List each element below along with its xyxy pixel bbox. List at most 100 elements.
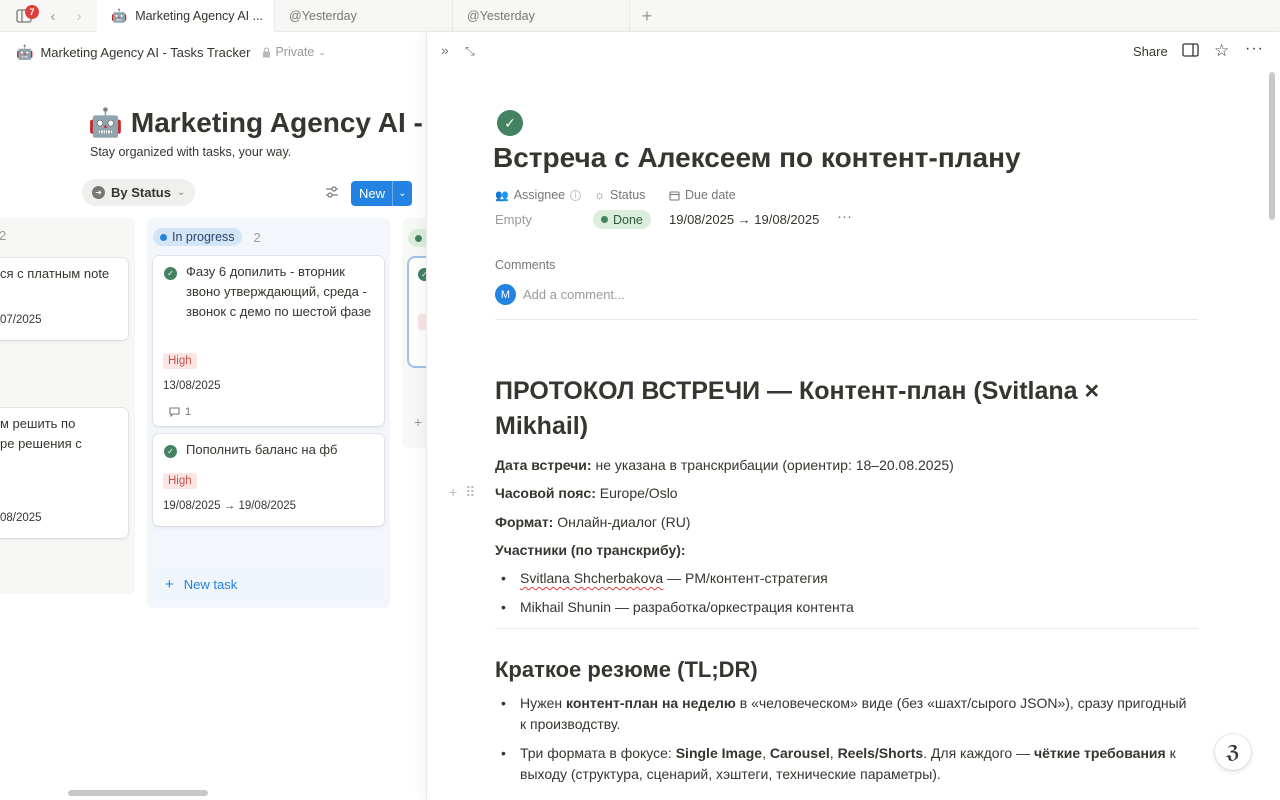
privacy-dropdown[interactable]: Private ⌄ [262, 45, 326, 59]
robot-emoji-icon: 🤖 [88, 107, 123, 138]
check-icon: ✓ [164, 445, 177, 458]
card-date: 07/2025 [0, 314, 42, 326]
task-card[interactable]: ся с платным note 07/2025 [0, 258, 128, 340]
horizontal-scrollbar[interactable] [68, 790, 208, 796]
view-selector-button[interactable]: ➜ By Status ⌄ [82, 179, 196, 206]
more-options-icon[interactable]: ··· [1245, 40, 1264, 58]
task-title[interactable]: Встреча с Алексеем по контент-плану [493, 142, 1021, 174]
status-value-text: Done [613, 212, 643, 227]
meeting-date-label: Дата встречи: [495, 457, 592, 473]
card-title: Пополнить баланс на фб [186, 442, 338, 457]
chevron-down-icon: ⌄ [176, 187, 186, 198]
status-dot [415, 235, 422, 242]
plus-icon: + [165, 575, 174, 593]
meeting-date-value: не указана в транскрибации (ориентир: 18… [591, 457, 954, 473]
robot-emoji-icon: 🤖 [111, 8, 128, 23]
drag-handle-icon[interactable]: ⠿ [465, 484, 475, 501]
card-title: Фазу 6 допилить - вторник звоно утвержда… [186, 264, 372, 319]
page-title: 🤖 Marketing Agency AI - [88, 106, 423, 139]
card-title: ся с платным note [0, 266, 110, 281]
status-done-pill[interactable]: Done [593, 210, 651, 229]
text-run: . Для каждого — [923, 745, 1034, 761]
text-run: , [829, 745, 838, 761]
due-date-property-label[interactable]: Due date [669, 188, 736, 202]
more-properties-icon[interactable]: ··· [837, 208, 852, 225]
page-subtitle: Stay organized with tasks, your way. [90, 145, 292, 159]
assignee-property-label[interactable]: 👥 Assignee i [495, 188, 582, 202]
assignee-label-text: Assignee [513, 188, 566, 202]
text-run: Три формата в фокусе: [520, 745, 676, 761]
status-dot [160, 233, 167, 241]
status-view-icon: ➜ [92, 186, 105, 199]
filter-settings-icon[interactable] [325, 185, 339, 201]
comment-icon [169, 407, 180, 417]
due-date-value[interactable]: 19/08/2025 → 19/08/2025 [669, 212, 819, 227]
card-date: 08/2025 [0, 512, 42, 524]
format-line: Формат: Онлайн-диалог (RU) [495, 514, 690, 530]
ai-assistant-button[interactable]: ℨ [1215, 734, 1251, 770]
board-column-in-progress: In progress 2 ✓ Фазу 6 допилить - вторни… [147, 218, 390, 608]
new-task-label: New task [183, 576, 238, 592]
block-handle[interactable]: + ⠿ [449, 484, 475, 501]
new-tab-plus-icon[interactable]: + [636, 0, 658, 32]
text-run-bold: Carousel [769, 745, 830, 761]
timezone-line: Часовой пояс: Europe/Oslo [495, 485, 678, 501]
notification-badge: 7 [25, 5, 39, 19]
vertical-scrollbar[interactable] [1269, 72, 1275, 220]
list-item: Нужен контент-план на неделю в «человече… [501, 693, 1187, 735]
chevron-down-icon: ⌄ [318, 46, 326, 57]
breadcrumb-title[interactable]: Marketing Agency AI - Tasks Tracker [40, 45, 250, 60]
chevron-down-icon[interactable]: ⌄ [393, 188, 412, 199]
text-run: , [762, 745, 770, 761]
side-panel-icon[interactable] [1182, 43, 1199, 60]
status-property-label[interactable]: ☼ Status [594, 188, 645, 202]
comment-input[interactable]: Add a comment... [523, 287, 625, 302]
status-pill[interactable]: In progress [153, 228, 242, 246]
timezone-label: Часовой пояс: [495, 485, 596, 501]
list-item: Три формата в фокусе: Single Image, Caro… [501, 743, 1187, 785]
close-peek-double-chevron-icon[interactable]: » [441, 42, 449, 58]
board-column-not-started: 2 ся с платным note 07/2025 м решить по … [0, 218, 135, 594]
list-item: Svitlana Shcherbakova — PM/контент-страт… [501, 568, 1187, 589]
page-title-text[interactable]: Marketing Agency AI - [131, 107, 423, 139]
check-icon: ✓ [418, 268, 426, 281]
text-run-bold: Reels/Shorts [837, 745, 924, 761]
plus-icon[interactable]: + [414, 414, 422, 430]
status-dot [601, 216, 608, 223]
tab-yesterday-2[interactable]: @Yesterday [453, 0, 630, 32]
status-pill[interactable] [408, 229, 426, 247]
task-card[interactable]: ✓ Фазу 6 допилить - вторник звоно утверж… [153, 256, 384, 426]
tab-yesterday-1[interactable]: @Yesterday [275, 0, 453, 32]
assignee-value[interactable]: Empty [495, 212, 532, 227]
expand-full-page-icon[interactable]: ⤡ [465, 44, 475, 59]
tab-marketing-agency[interactable]: 🤖 Marketing Agency AI ... [97, 0, 275, 32]
calendar-icon [669, 190, 680, 201]
timezone-value: Europe/Oslo [595, 485, 678, 501]
task-card-selected[interactable]: ✓ [409, 258, 426, 366]
participant-text: Mikhail Shunin — разработка/оркестрация … [520, 599, 854, 615]
format-value: Онлайн-диалог (RU) [553, 514, 691, 530]
new-button-label: New [351, 181, 393, 206]
avatar: M [495, 284, 516, 305]
text-run: Нужен [520, 695, 567, 711]
forward-arrow-icon[interactable]: › [70, 0, 88, 32]
divider [495, 628, 1198, 629]
new-task-button[interactable]: + New task [153, 568, 384, 600]
board-view: 🤖 Marketing Agency AI - Tasks Tracker Pr… [0, 32, 426, 800]
star-favorite-icon[interactable]: ☆ [1214, 41, 1229, 61]
info-icon: i [570, 189, 582, 201]
doc-heading-1: ПРОТОКОЛ ВСТРЕЧИ — Контент-план (Svitlan… [495, 377, 1100, 440]
card-date: 13/08/2025 [163, 380, 221, 392]
priority-tag: High [163, 353, 197, 369]
add-block-plus-icon[interactable]: + [449, 484, 457, 501]
back-arrow-icon[interactable]: ‹ [44, 0, 62, 32]
task-card[interactable]: ✓ Пополнить баланс на фб High 19/08/2025… [153, 434, 384, 526]
share-button[interactable]: Share [1133, 44, 1168, 59]
check-icon: ✓ [164, 267, 177, 280]
card-date: 19/08/2025 → 19/08/2025 [163, 500, 297, 512]
privacy-label: Private [275, 45, 315, 59]
column-label: In progress [172, 230, 235, 244]
priority-tag-cut [418, 314, 426, 330]
new-button[interactable]: New ⌄ [351, 181, 412, 206]
task-card[interactable]: м решить по ре решения с 08/2025 [0, 408, 128, 538]
